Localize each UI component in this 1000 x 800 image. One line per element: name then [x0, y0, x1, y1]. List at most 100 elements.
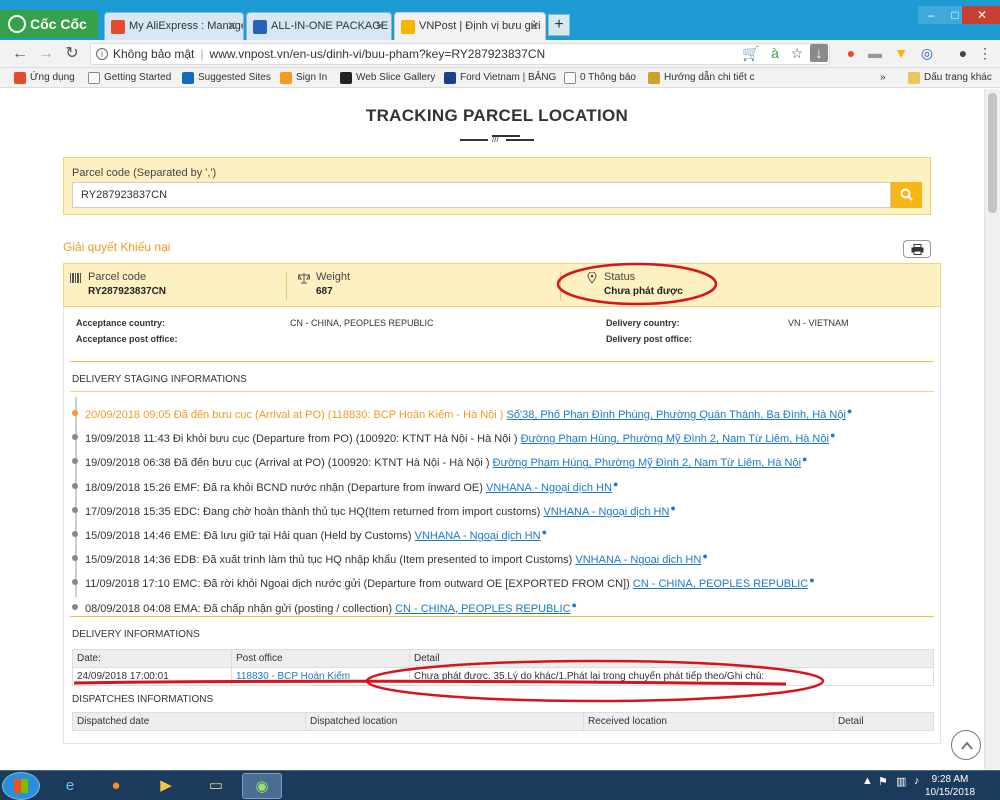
- bookmark-item[interactable]: Hướng dẫn chi tiết c: [648, 71, 755, 85]
- system-clock[interactable]: 9:28 AM 10/15/2018: [920, 773, 980, 799]
- location-pin-icon[interactable]: ●: [847, 406, 852, 416]
- acceptance-country-value: CN - CHINA, PEOPLES REPUBLIC: [290, 318, 434, 328]
- address-bar: ← → ↻ i Không bảo mật | www.vnpost.vn/en-u…: [0, 40, 1000, 68]
- summary-parcel-code: Parcel code RY287923837CN: [70, 271, 166, 297]
- dispatch-table: Dispatched date Dispatched location Rece…: [72, 712, 934, 731]
- minimize-button[interactable]: –: [918, 6, 944, 24]
- search-button[interactable]: [891, 182, 922, 208]
- tab-close-icon[interactable]: ✕: [227, 13, 237, 40]
- post-office-link[interactable]: 118830 - BCP Hoàn Kiếm: [236, 671, 350, 682]
- scroll-to-top-button[interactable]: [951, 730, 981, 760]
- back-button[interactable]: ←: [10, 44, 30, 64]
- delivery-section-title: DELIVERY INFORMATIONS: [72, 629, 200, 640]
- extension-blue-icon[interactable]: ◎: [918, 44, 936, 62]
- acceptance-country-label: Acceptance country:: [76, 318, 166, 328]
- column-header: Date:: [72, 649, 232, 668]
- event-location-link[interactable]: VNHANA - Ngoại dịch HN: [543, 506, 669, 518]
- url-input[interactable]: i Không bảo mật | www.vnpost.vn/en-us/dinh…: [90, 43, 830, 65]
- firefox-icon[interactable]: ●: [96, 773, 136, 799]
- location-pin-icon[interactable]: ●: [542, 527, 547, 537]
- page-title: TRACKING PARCEL LOCATION: [365, 106, 629, 125]
- translate-icon[interactable]: à: [766, 44, 784, 62]
- event-text: 19/09/2018 06:38 Đã đến bưu cục (Arrival…: [85, 454, 807, 469]
- page-scrollbar[interactable]: [984, 89, 1000, 770]
- event-location-link[interactable]: VNHANA - Ngoại dịch HN: [415, 530, 541, 542]
- internet-explorer-icon[interactable]: e: [50, 773, 90, 799]
- location-pin-icon[interactable]: ●: [670, 503, 675, 513]
- location-pin-icon[interactable]: ●: [613, 479, 618, 489]
- close-window-button[interactable]: ✕: [962, 6, 1000, 24]
- profile-icon[interactable]: ●: [954, 44, 972, 62]
- web-slice-icon: [340, 72, 352, 84]
- location-pin-icon[interactable]: ●: [830, 430, 835, 440]
- event-location-link[interactable]: VNHANA - Ngoại dịch HN: [575, 554, 701, 566]
- event-location-link[interactable]: CN - CHINA, PEOPLES REPUBLIC: [633, 578, 808, 590]
- event-location-link[interactable]: Đường Phạm Hùng, Phường Mỹ Đình 2, Nam T…: [493, 457, 801, 469]
- event-location-link[interactable]: Số'38, Phố Phan Đình Phùng, Phường Quán …: [507, 409, 846, 421]
- cart-icon[interactable]: 🛒: [742, 44, 760, 62]
- location-pin-icon[interactable]: ●: [802, 454, 807, 464]
- scrollbar-thumb[interactable]: [988, 93, 997, 213]
- event-description: EDC: Đang chờ hoàn thành thủ tục HQ(Item…: [173, 505, 541, 518]
- complaint-link[interactable]: Giải quyết Khiếu nại: [63, 240, 170, 254]
- tab-close-icon[interactable]: ✕: [375, 13, 385, 40]
- bookmark-item[interactable]: Sign In: [280, 71, 327, 85]
- staging-section-title: DELIVERY STAGING INFORMATIONS: [72, 374, 247, 385]
- ford-icon: [444, 72, 456, 84]
- menu-icon[interactable]: ⋮: [976, 44, 994, 62]
- volume-icon[interactable]: ♪: [914, 775, 920, 787]
- divider-glyph-icon: ///: [492, 135, 520, 144]
- map-pin-icon: [587, 272, 597, 284]
- tray-flag-icon[interactable]: ⚑: [878, 775, 888, 788]
- coccoc-taskbar-icon[interactable]: ◉: [242, 773, 282, 799]
- bookmark-label: Sign In: [296, 72, 328, 83]
- extension-chrome-icon[interactable]: ●: [842, 44, 860, 62]
- info-icon[interactable]: i: [96, 48, 108, 60]
- tab-vnpost[interactable]: VNPost | Định vị bưu gửi ✕: [394, 12, 546, 40]
- media-player-icon[interactable]: ▶: [146, 773, 186, 799]
- brand-label: Cốc Cốc: [30, 16, 87, 32]
- network-icon[interactable]: ▥: [896, 775, 906, 788]
- apps-icon: [14, 72, 26, 84]
- bookmark-item[interactable]: Web Slice Gallery: [340, 71, 435, 85]
- event-time: 19/09/2018 06:38: [85, 457, 171, 470]
- event-location-link[interactable]: VNHANA - Ngoại dịch HN: [486, 482, 612, 494]
- browser-brand[interactable]: Cốc Cốc: [0, 10, 98, 38]
- bookmark-item[interactable]: Getting Started: [88, 71, 171, 85]
- current-dot-icon: [72, 410, 78, 416]
- download-icon[interactable]: ↓: [810, 44, 828, 62]
- tab-aliexpress[interactable]: My AliExpress : Manage C ✕: [104, 12, 244, 40]
- location-pin-icon[interactable]: ●: [809, 575, 814, 585]
- bookmark-star-icon[interactable]: ☆: [788, 44, 806, 62]
- barcode-icon: [70, 273, 81, 283]
- location-pin-icon[interactable]: ●: [702, 551, 707, 561]
- bookmark-item[interactable]: Ford Vietnam | BẢNG: [444, 71, 556, 85]
- bookmark-item[interactable]: 0 Thông báo: [564, 71, 636, 85]
- tray-arrow-icon[interactable]: ▲: [862, 775, 873, 787]
- bookmark-item[interactable]: Ứng dụng: [14, 71, 75, 85]
- summary-status: Status Chưa phát được: [586, 271, 683, 297]
- new-tab-button[interactable]: +: [548, 14, 570, 36]
- tab-17track[interactable]: ALL-IN-ONE PACKAGE T ✕: [246, 12, 392, 40]
- summary-weight: Weight 687: [298, 271, 350, 297]
- weight-label: Weight: [316, 271, 351, 283]
- location-pin-icon[interactable]: ●: [572, 600, 577, 610]
- extension-yellow-icon[interactable]: ▼: [892, 44, 910, 62]
- file-explorer-icon[interactable]: ▭: [196, 773, 236, 799]
- other-bookmarks-folder[interactable]: Dấu trang khác: [908, 71, 992, 85]
- tab-close-icon[interactable]: ✕: [529, 13, 539, 40]
- parcel-code-value: RY287923837CN: [88, 286, 167, 297]
- event-location-link[interactable]: CN - CHINA, PEOPLES REPUBLIC: [395, 603, 570, 615]
- extension-gray-icon[interactable]: ▬: [866, 44, 884, 62]
- bookmark-item[interactable]: Suggested Sites: [182, 71, 271, 85]
- print-button[interactable]: [903, 240, 931, 258]
- parcel-code-input[interactable]: [72, 182, 891, 208]
- reload-button[interactable]: ↻: [62, 44, 82, 64]
- delivery-table: Date: Post office Detail 24/09/2018 17:0…: [72, 649, 934, 686]
- start-button[interactable]: [2, 772, 40, 800]
- bookmarks-overflow-button[interactable]: »: [880, 71, 886, 85]
- forward-button[interactable]: →: [36, 44, 56, 64]
- event-time: 08/09/2018 04:08: [85, 602, 171, 615]
- event-description: EMF: Đã ra khỏi BCND nước nhận (Departur…: [173, 481, 483, 494]
- event-location-link[interactable]: Đường Phạm Hùng, Phường Mỹ Đình 2, Nam T…: [521, 433, 829, 445]
